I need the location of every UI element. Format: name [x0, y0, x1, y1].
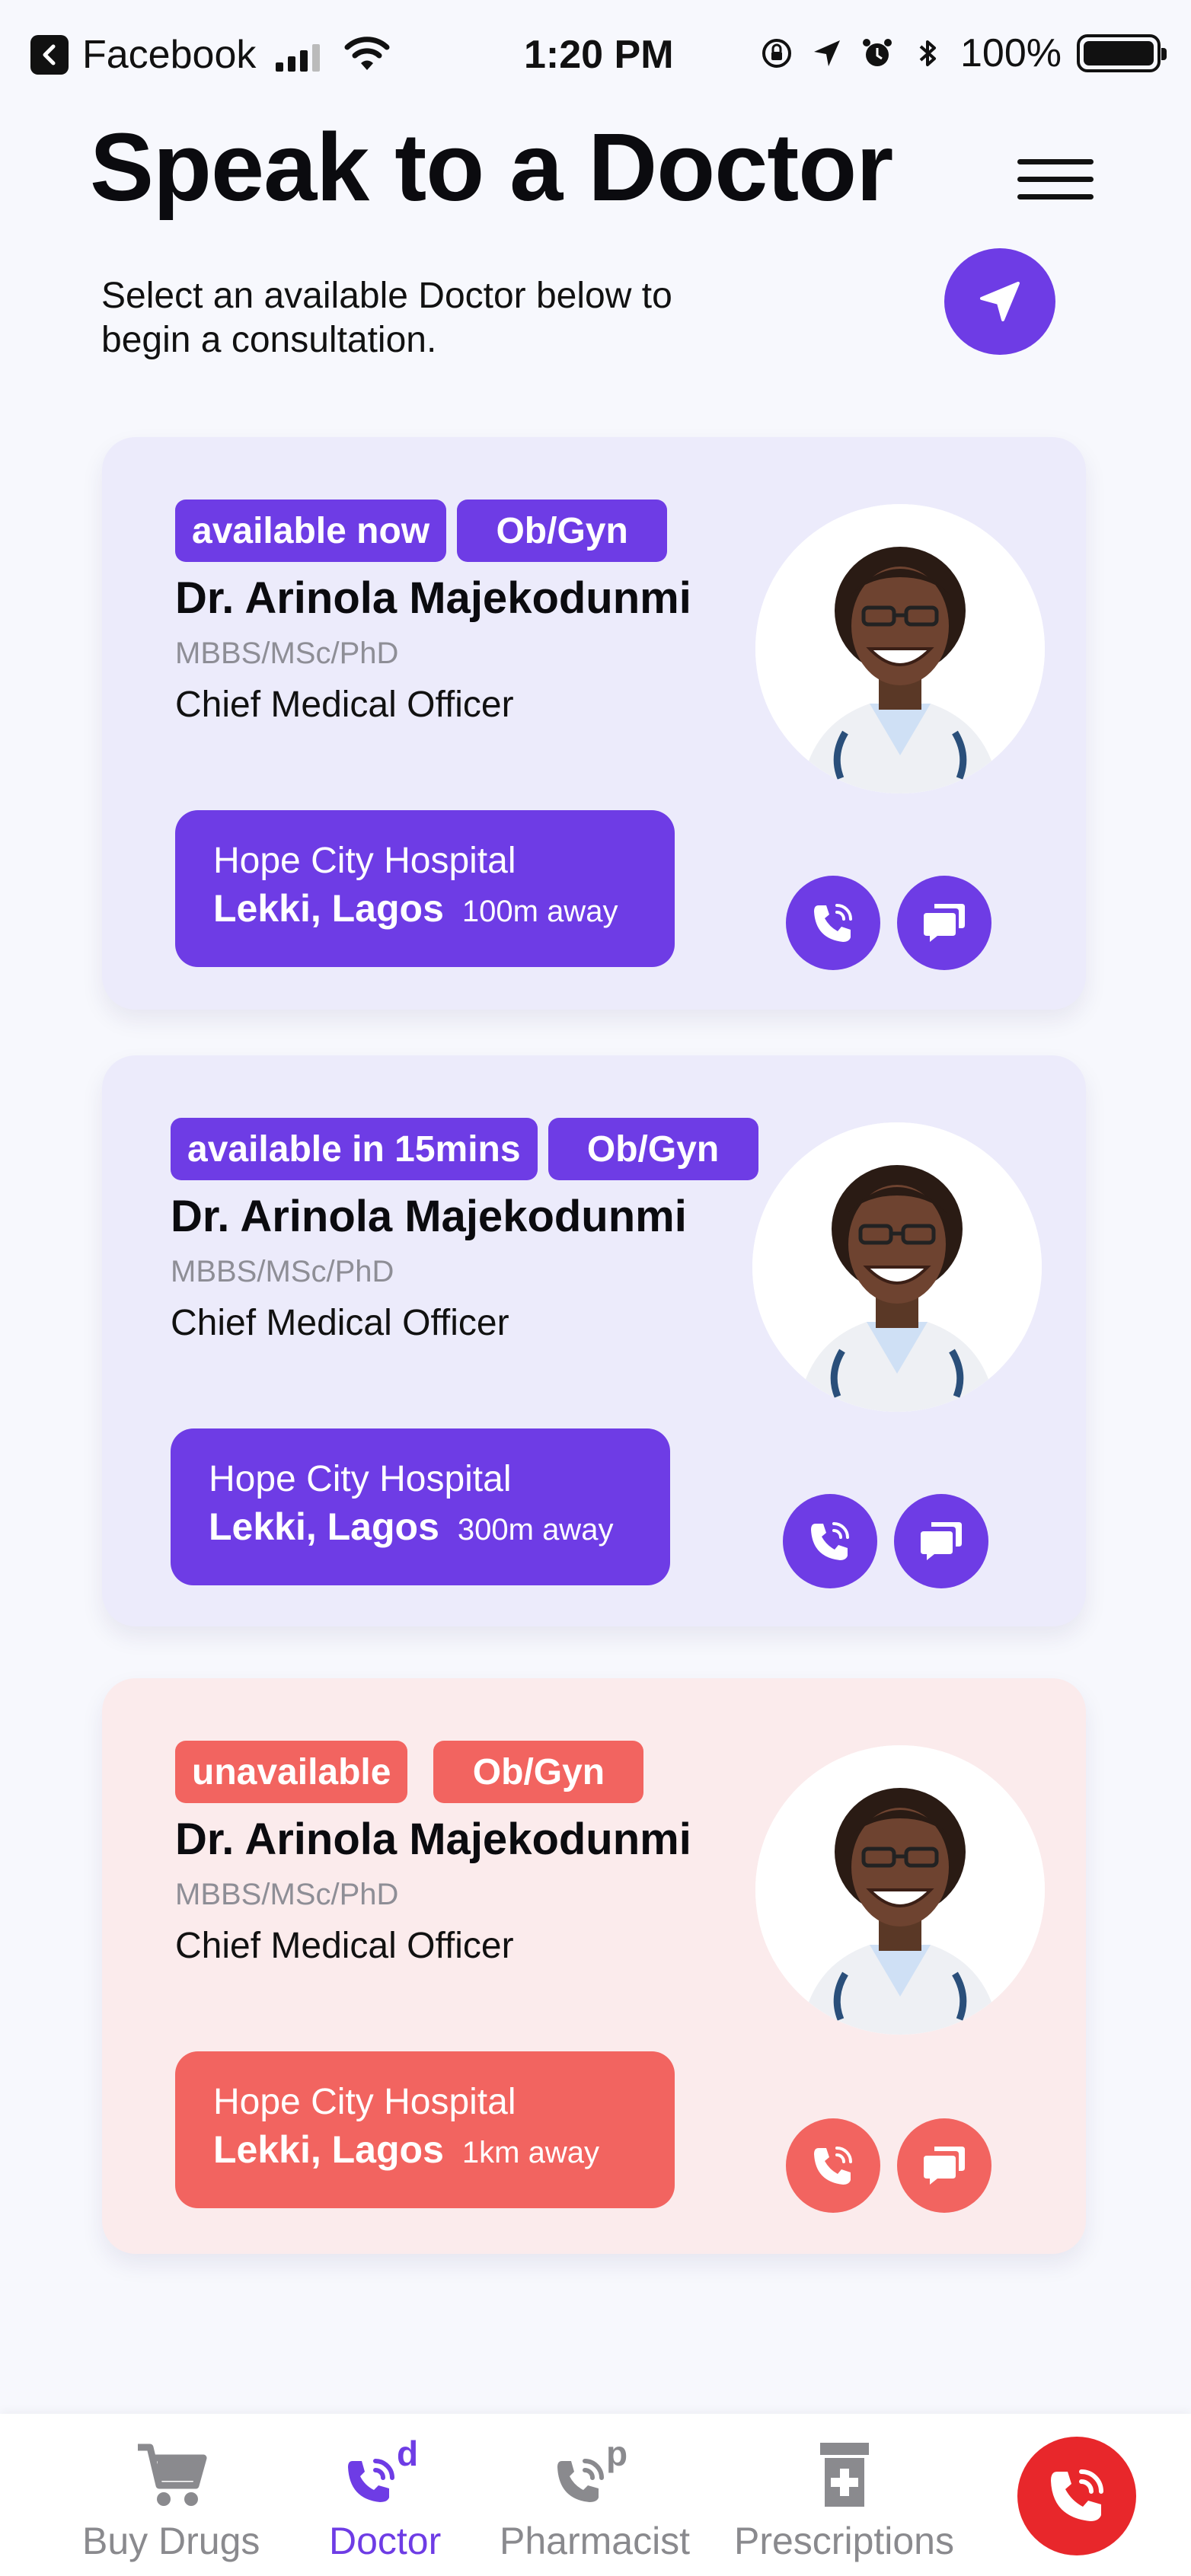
- call-doctor-button[interactable]: [783, 1494, 877, 1588]
- chat-doctor-button[interactable]: [894, 1494, 988, 1588]
- phone-call-icon: [814, 2147, 852, 2185]
- hospital-name: Hope City Hospital: [213, 2082, 516, 2122]
- hospital-city: Lekki, Lagos: [209, 1505, 439, 1548]
- hospital-location-button[interactable]: Hope City Hospital Lekki, Lagos 1km away: [175, 2051, 675, 2208]
- emergency-call-icon: [1051, 2469, 1103, 2521]
- hospital-city: Lekki, Lagos: [213, 887, 444, 930]
- hamburger-line: [1017, 194, 1094, 200]
- doctor-card[interactable]: available in 15mins Ob/Gyn Dr. Arinola M…: [102, 1055, 1086, 1626]
- call-doctor-button[interactable]: [786, 876, 880, 970]
- badge-row: available in 15mins Ob/Gyn: [171, 1118, 758, 1180]
- status-icons: 100%: [759, 30, 1167, 76]
- nav-label: Doctor: [329, 2520, 442, 2562]
- battery-icon: [1077, 34, 1167, 72]
- doctor-portrait-icon: [752, 1122, 1042, 1412]
- locate-me-button[interactable]: [944, 248, 1055, 355]
- doctor-qualifications: MBBS/MSc/PhD: [175, 1878, 399, 1911]
- availability-badge: unavailable: [175, 1741, 408, 1803]
- nav-prescriptions[interactable]: Prescriptions: [734, 2437, 954, 2563]
- doctor-name: Dr. Arinola Majekodunmi: [171, 1192, 687, 1241]
- cellular-signal-icon: [276, 44, 320, 72]
- nav-doctor[interactable]: d Doctor: [329, 2437, 441, 2563]
- back-to-app[interactable]: Facebook: [30, 32, 256, 78]
- cart-icon: [133, 2437, 209, 2513]
- doctor-name: Dr. Arinola Majekodunmi: [175, 1815, 691, 1864]
- status-bar: Facebook 1:20 PM 100%: [0, 0, 1191, 114]
- call-doctor-button[interactable]: [786, 2118, 880, 2213]
- nav-pharmacist[interactable]: p Pharmacist: [500, 2437, 690, 2563]
- doctor-portrait-icon: [755, 1745, 1045, 2035]
- nav-label: Pharmacist: [500, 2520, 691, 2562]
- hospital-distance: 100m away: [461, 895, 618, 928]
- hamburger-line: [1017, 159, 1094, 164]
- chat-doctor-button[interactable]: [897, 2118, 991, 2213]
- svg-text:p: p: [606, 2438, 627, 2473]
- orientation-lock-icon: [762, 39, 791, 68]
- hospital-distance: 300m away: [457, 1513, 614, 1547]
- page-title: Speak to a Doctor: [90, 113, 893, 221]
- alarm-icon: [863, 39, 892, 66]
- specialty-badge: Ob/Gyn: [548, 1118, 758, 1180]
- doctor-card[interactable]: unavailable Ob/Gyn Dr. Arinola Majekodun…: [102, 1678, 1086, 2254]
- phone-call-icon: [814, 904, 852, 942]
- doctor-avatar: [755, 504, 1045, 793]
- emergency-call-button[interactable]: [1017, 2437, 1136, 2555]
- hospital-location-button[interactable]: Hope City Hospital Lekki, Lagos 100m awa…: [175, 810, 675, 967]
- nav-label: Buy Drugs: [82, 2520, 260, 2562]
- doctor-qualifications: MBBS/MSc/PhD: [175, 637, 399, 670]
- back-arrow-icon: [30, 35, 69, 75]
- doctor-avatar: [755, 1745, 1045, 2035]
- hospital-name: Hope City Hospital: [209, 1459, 512, 1499]
- availability-badge: available in 15mins: [171, 1118, 538, 1180]
- nav-buy-drugs[interactable]: Buy Drugs: [82, 2437, 260, 2563]
- doctor-call-icon: d: [343, 2437, 427, 2513]
- page-subtitle: Select an available Doctor below to begi…: [101, 276, 672, 360]
- doctor-role: Chief Medical Officer: [171, 1303, 509, 1343]
- pharmacist-call-icon: p: [553, 2437, 637, 2513]
- doctor-role: Chief Medical Officer: [175, 685, 514, 725]
- menu-button[interactable]: [1017, 156, 1094, 205]
- back-app-label: Facebook: [82, 33, 257, 77]
- wifi-icon: [344, 37, 390, 70]
- doctor-avatar: [752, 1122, 1042, 1412]
- availability-badge: available now: [175, 500, 447, 562]
- navigation-arrow-icon: [980, 282, 1020, 321]
- location-arrow-icon: [814, 40, 840, 66]
- clock: 1:20 PM: [524, 33, 674, 77]
- badge-row: available now Ob/Gyn: [175, 500, 668, 562]
- prescription-bottle-icon: [814, 2437, 875, 2513]
- hospital-distance: 1km away: [461, 2136, 599, 2169]
- nav-label: Prescriptions: [734, 2520, 954, 2562]
- bottom-nav: Buy Drugs d Doctor p Pharmacist Prescrip…: [0, 2414, 1191, 2576]
- doctor-portrait-icon: [755, 504, 1045, 793]
- doctor-name: Dr. Arinola Majekodunmi: [175, 573, 691, 623]
- chat-icon: [924, 904, 965, 942]
- doctor-qualifications: MBBS/MSc/PhD: [171, 1255, 394, 1288]
- doctor-card[interactable]: available now Ob/Gyn Dr. Arinola Majekod…: [102, 437, 1086, 1010]
- battery-percent: 100%: [960, 31, 1062, 75]
- doctor-role: Chief Medical Officer: [175, 1926, 514, 1966]
- bluetooth-icon: [919, 40, 936, 66]
- hospital-city: Lekki, Lagos: [213, 2128, 444, 2171]
- hospital-location-button[interactable]: Hope City Hospital Lekki, Lagos 300m awa…: [171, 1428, 670, 1585]
- svg-text:d: d: [397, 2438, 418, 2473]
- hospital-name: Hope City Hospital: [213, 841, 516, 881]
- chat-doctor-button[interactable]: [897, 876, 991, 970]
- phone-call-icon: [811, 1522, 849, 1560]
- specialty-badge: Ob/Gyn: [433, 1741, 644, 1803]
- chat-icon: [924, 2147, 965, 2185]
- badge-row: unavailable Ob/Gyn: [175, 1741, 644, 1803]
- hamburger-line: [1017, 177, 1094, 182]
- specialty-badge: Ob/Gyn: [457, 500, 668, 562]
- chat-icon: [921, 1522, 962, 1560]
